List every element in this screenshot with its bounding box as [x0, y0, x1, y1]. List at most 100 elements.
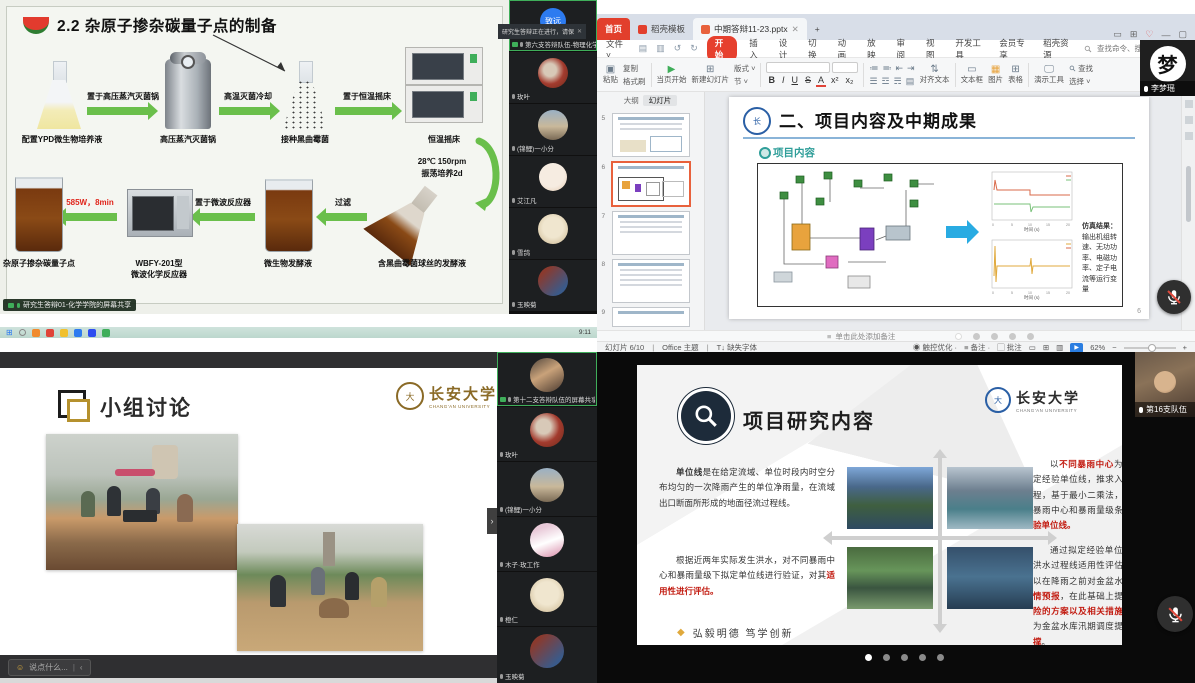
view-reading-icon[interactable]: ▥: [1056, 343, 1063, 352]
split-view-icon[interactable]: ▭: [1113, 29, 1122, 40]
taskbar-app-icon[interactable]: [102, 329, 110, 337]
strike-button[interactable]: S: [803, 75, 813, 87]
slide-thumbnail[interactable]: 7: [612, 211, 690, 255]
view-normal-icon[interactable]: ▭: [1029, 343, 1036, 352]
underline-button[interactable]: U: [789, 75, 800, 87]
slide-thumbnail-selected[interactable]: 6: [611, 161, 691, 207]
search-icon[interactable]: [19, 329, 26, 336]
layout-grid-icon[interactable]: ⊞: [1130, 29, 1138, 40]
participant-tile[interactable]: 木子·玫工作: [497, 517, 597, 571]
participant-tile[interactable]: 第十二支答辩队伍的屏幕共享: [497, 352, 597, 406]
taskbar-app-icon[interactable]: [74, 329, 82, 337]
page-dot[interactable]: [919, 654, 926, 661]
status-missing-font[interactable]: T↓ 缺失字体: [717, 342, 757, 352]
undo-icon[interactable]: ↺: [674, 43, 682, 54]
zoom-level[interactable]: 62%: [1090, 343, 1105, 352]
font-name-input[interactable]: [766, 62, 830, 73]
favorite-heart-icon[interactable]: ♡: [1145, 29, 1153, 40]
presenter-camera-tile[interactable]: 梦 李梦瑶: [1140, 40, 1195, 96]
slide-thumbnail[interactable]: 9: [612, 307, 690, 327]
participant-tile[interactable]: 玉映菊: [509, 260, 597, 311]
notes-bar[interactable]: ≡ 单击此处添加备注: [597, 330, 1195, 341]
participant-tile[interactable]: 雪鸽: [509, 208, 597, 259]
participant-tile[interactable]: 玫叶: [509, 52, 597, 103]
menu-file[interactable]: 文件 ˅: [603, 37, 630, 61]
number-list-icon[interactable]: ≕: [882, 63, 891, 74]
carousel-dot[interactable]: [973, 333, 980, 340]
status-theme[interactable]: Office 主题: [662, 342, 699, 352]
page-dot[interactable]: [901, 654, 908, 661]
page-dot[interactable]: [883, 654, 890, 661]
participant-tile[interactable]: (锦鲤)一小分: [509, 104, 597, 155]
picture-button[interactable]: ▦图片: [988, 65, 1003, 84]
find-button[interactable]: 查找: [1069, 63, 1093, 74]
strip-expand-arrow[interactable]: ›: [487, 508, 497, 534]
mute-button[interactable]: [1157, 596, 1193, 632]
carousel-dot[interactable]: [1027, 333, 1034, 340]
touch-mode-button[interactable]: ◉ 触控优化 ·: [913, 342, 957, 352]
present-tools-button[interactable]: 🖵演示工具: [1034, 65, 1064, 84]
tab-outline[interactable]: 大纲: [624, 95, 639, 106]
meeting-toast[interactable]: 研究生答辩正在进行，请保持静音… ✕: [498, 24, 586, 39]
align-center-icon[interactable]: ☲: [882, 76, 890, 87]
layout-button[interactable]: 版式 ˅: [734, 63, 755, 74]
zoom-slider[interactable]: [1124, 347, 1176, 349]
tab-docer[interactable]: 稻壳模板: [630, 18, 693, 40]
page-dot[interactable]: [937, 654, 944, 661]
taskbar-app-icon[interactable]: [46, 329, 54, 337]
section-button[interactable]: 节 ˅: [734, 76, 755, 87]
slide-thumbnail[interactable]: 8: [612, 259, 690, 303]
redo-icon[interactable]: ↻: [690, 43, 698, 54]
carousel-dot-active[interactable]: [955, 333, 962, 340]
carousel-dot[interactable]: [991, 333, 998, 340]
minimize-icon[interactable]: —: [1161, 30, 1170, 40]
speaker-camera-tile[interactable]: 第16支队伍: [1135, 352, 1195, 417]
align-right-icon[interactable]: ☴: [894, 76, 902, 87]
subscript-button[interactable]: x₂: [844, 75, 856, 87]
align-text-button[interactable]: ⇅对齐文本: [920, 65, 950, 84]
justify-icon[interactable]: ▤: [906, 76, 915, 87]
paste-button[interactable]: ▣粘贴: [603, 65, 618, 84]
sidebar-tool-icon[interactable]: [1185, 116, 1193, 124]
mute-button[interactable]: [1157, 280, 1191, 314]
participant-tile[interactable]: 橙仁: [497, 572, 597, 626]
taskbar-app-icon[interactable]: [32, 329, 40, 337]
font-size-input[interactable]: [832, 62, 858, 73]
comments-toggle-button[interactable]: ▢ 批注: [997, 342, 1022, 352]
close-tab-icon[interactable]: ✕: [792, 24, 799, 35]
emoji-icon[interactable]: ☺: [16, 663, 24, 672]
participant-tile[interactable]: 艾江凡: [509, 156, 597, 207]
save-icon[interactable]: ▤: [639, 43, 648, 54]
view-sorter-icon[interactable]: ⊞: [1043, 343, 1049, 352]
taskbar-app-icon[interactable]: [88, 329, 96, 337]
slide-thumbnail[interactable]: 5: [612, 113, 690, 157]
carousel-dot[interactable]: [1009, 333, 1016, 340]
zoom-out-button[interactable]: −: [1112, 343, 1116, 352]
slideshow-play-button[interactable]: ▶: [1070, 343, 1083, 353]
participant-tile[interactable]: 玫叶: [497, 407, 597, 461]
notes-toggle-button[interactable]: ≡ 备注 ·: [964, 342, 990, 352]
page-dot-active[interactable]: [865, 654, 872, 661]
italic-button[interactable]: I: [780, 75, 787, 87]
maximize-icon[interactable]: ▢: [1178, 29, 1187, 40]
wps-current-slide[interactable]: 长 二、项目内容及中期成果 项目内容: [729, 97, 1149, 319]
chat-input[interactable]: ☺ 说点什么... | ‹: [8, 659, 91, 676]
participant-tile[interactable]: 玉映菊: [497, 627, 597, 683]
superscript-button[interactable]: x²: [829, 75, 841, 87]
windows-start-icon[interactable]: ⊞: [6, 329, 13, 337]
align-left-icon[interactable]: ☰: [869, 76, 877, 87]
sidebar-tool-icon[interactable]: [1185, 100, 1193, 108]
print-icon[interactable]: ▥: [656, 43, 665, 54]
copy-button[interactable]: 复制: [623, 63, 646, 74]
table-button[interactable]: ⊞表格: [1008, 65, 1023, 84]
scrollbar-thumb[interactable]: [1186, 166, 1191, 222]
new-slide-button[interactable]: ⊞新建幻灯片: [692, 65, 730, 84]
font-color-button[interactable]: A: [816, 75, 826, 87]
format-painter-button[interactable]: 格式刷: [623, 76, 646, 87]
tab-slides[interactable]: 幻灯片: [643, 95, 678, 106]
textbox-button[interactable]: ▭文本框: [961, 65, 984, 84]
participant-tile[interactable]: (锦鲤)一小分: [497, 462, 597, 516]
select-button[interactable]: 选择 ˅: [1069, 76, 1093, 87]
taskbar-app-icon[interactable]: [60, 329, 68, 337]
sidebar-tool-icon[interactable]: [1185, 132, 1193, 140]
